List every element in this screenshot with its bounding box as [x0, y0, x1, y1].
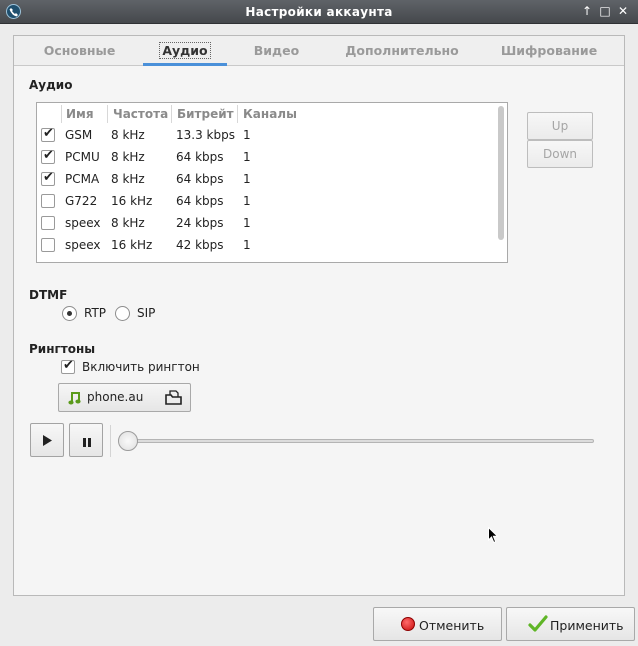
codec-bitrate: 13.3 kbps [176, 128, 235, 142]
header-divider [171, 105, 172, 123]
table-row[interactable]: speex 16 kHz 42 kbps 1 [37, 234, 495, 256]
table-row[interactable]: speex 8 kHz 24 kbps 1 [37, 212, 495, 234]
tab-advanced[interactable]: Дополнительно [332, 43, 472, 58]
tab-video[interactable]: Видео [244, 43, 309, 58]
codec-frequency: 8 kHz [111, 128, 145, 142]
ringtone-seek-handle[interactable] [118, 431, 138, 451]
codec-frequency: 8 kHz [111, 150, 145, 164]
codec-enabled-checkbox[interactable] [41, 216, 55, 230]
codec-frequency: 8 kHz [111, 216, 145, 230]
codec-enabled-checkbox[interactable] [41, 148, 55, 164]
audio-section-label: Аудио [29, 78, 73, 92]
tab-general[interactable]: Основные [32, 43, 127, 58]
codec-frequency: 8 kHz [111, 172, 145, 186]
codec-name: GSM [65, 128, 93, 142]
codec-frequency: 16 kHz [111, 194, 153, 208]
table-row[interactable]: G722 16 kHz 64 kbps 1 [37, 190, 495, 212]
header-frequency[interactable]: Частота [113, 107, 168, 121]
codec-name: speex [65, 238, 101, 252]
tab-encryption[interactable]: Шифрование [492, 43, 606, 58]
codec-table-scrollbar[interactable] [498, 106, 504, 240]
close-icon[interactable]: ✕ [616, 4, 630, 18]
cancel-icon [401, 617, 415, 631]
dtmf-sip-label[interactable]: SIP [137, 306, 155, 320]
dtmf-rtp-label[interactable]: RTP [84, 306, 106, 320]
ringtone-file-chooser[interactable]: phone.au [58, 383, 191, 412]
open-folder-icon [165, 389, 183, 409]
apply-button-label: Применить [550, 618, 624, 633]
codec-bitrate: 24 kbps [176, 216, 224, 230]
checkmark-icon [528, 614, 548, 637]
tab-bar: Основные Аудио Видео Дополнительно Шифро… [14, 36, 624, 66]
cancel-button[interactable]: Отменить [373, 607, 502, 641]
enable-ringtone-checkbox[interactable] [61, 358, 75, 374]
codec-channels: 1 [243, 172, 251, 186]
play-button[interactable] [30, 423, 64, 457]
codec-channels: 1 [243, 238, 251, 252]
codec-enabled-checkbox[interactable] [41, 126, 55, 142]
codec-enabled-checkbox[interactable] [41, 194, 55, 208]
codec-channels: 1 [243, 194, 251, 208]
table-row[interactable]: GSM 8 kHz 13.3 kbps 1 [37, 124, 495, 146]
header-divider [237, 105, 238, 123]
ringtones-section-label: Рингтоны [29, 342, 96, 356]
codec-channels: 1 [243, 150, 251, 164]
move-down-button[interactable]: Down [527, 140, 593, 168]
active-tab-indicator [143, 63, 227, 66]
mouse-pointer-icon [488, 526, 499, 547]
codec-bitrate: 64 kbps [176, 150, 224, 164]
codec-channels: 1 [243, 216, 251, 230]
codec-name: PCMA [65, 172, 100, 186]
play-icon [43, 435, 53, 449]
pause-icon [83, 436, 91, 450]
dtmf-sip-radio[interactable] [115, 306, 130, 321]
apply-button[interactable]: Применить [506, 607, 635, 641]
header-channels[interactable]: Каналы [243, 107, 297, 121]
codec-name: speex [65, 216, 101, 230]
tab-audio[interactable]: Аудио [143, 42, 227, 59]
enable-ringtone-label[interactable]: Включить рингтон [82, 360, 200, 374]
codec-bitrate: 42 kbps [176, 238, 224, 252]
header-name[interactable]: Имя [66, 107, 94, 121]
window-title: Настройки аккаунта [245, 5, 393, 19]
codec-name: PCMU [65, 150, 100, 164]
table-row[interactable]: PCMA 8 kHz 64 kbps 1 [37, 168, 495, 190]
codec-bitrate: 64 kbps [176, 194, 224, 208]
ringtone-seek-track[interactable] [124, 439, 594, 443]
header-bitrate[interactable]: Битрейт [177, 107, 234, 121]
dtmf-section-label: DTMF [29, 288, 68, 302]
codec-name: G722 [65, 194, 98, 208]
codec-frequency: 16 kHz [111, 238, 153, 252]
maximize-icon[interactable]: □ [598, 4, 612, 18]
table-row[interactable]: PCMU 8 kHz 64 kbps 1 [37, 146, 495, 168]
header-divider [61, 105, 62, 123]
codec-channels: 1 [243, 128, 251, 142]
pause-button[interactable] [69, 423, 103, 457]
music-note-icon [67, 390, 83, 409]
codec-table: Имя Частота Битрейт Каналы GSM 8 kHz 13.… [36, 102, 508, 263]
codec-enabled-checkbox[interactable] [41, 170, 55, 186]
window-titlebar: Настройки аккаунта ↑ □ ✕ [0, 0, 638, 24]
codec-bitrate: 64 kbps [176, 172, 224, 186]
settings-panel: Основные Аудио Видео Дополнительно Шифро… [13, 35, 625, 596]
cancel-button-label: Отменить [419, 618, 485, 633]
codec-enabled-checkbox[interactable] [41, 238, 55, 252]
header-divider [107, 105, 108, 123]
move-up-button[interactable]: Up [527, 112, 593, 140]
ringtone-file-name: phone.au [87, 390, 144, 404]
dtmf-rtp-radio[interactable] [62, 306, 77, 321]
keep-above-icon[interactable]: ↑ [580, 4, 594, 18]
toolbar-divider [110, 425, 111, 457]
